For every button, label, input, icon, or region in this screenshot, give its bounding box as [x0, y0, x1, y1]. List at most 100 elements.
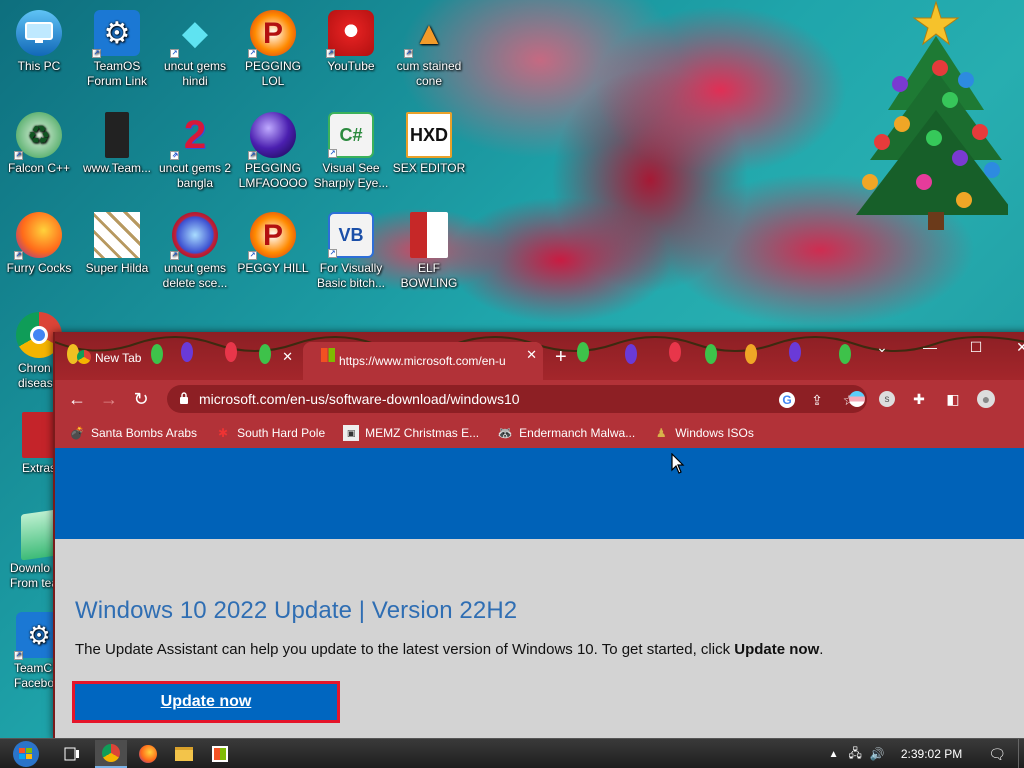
puzzle-extensions-icon[interactable]: ✚	[909, 389, 929, 409]
desktop-icon-super-hilda[interactable]: Super Hilda	[78, 212, 156, 276]
show-hidden-icons-icon[interactable]: ▲	[829, 749, 839, 760]
tab-title: New Tab	[95, 350, 142, 365]
tab-search-icon[interactable]: ⌄	[859, 332, 905, 362]
description-end: .	[819, 641, 824, 658]
bookmark-label: Windows ISOs	[675, 426, 754, 440]
browser-toolbar: ← → ↻ microsoft.com/en-us/software-downl…	[55, 380, 1024, 418]
start-button[interactable]	[4, 739, 48, 768]
close-tab-icon[interactable]: ✕	[282, 349, 293, 365]
windows-logo-icon	[13, 741, 39, 767]
desktop-icon-sex-editor[interactable]: HXD SEX EDITOR	[390, 112, 468, 176]
desktop-icon-falcon[interactable]: ♻ ↗ Falcon C++	[0, 112, 78, 176]
desktop-icon-label: cum stained cone	[396, 59, 462, 88]
desktop-icon-label: Falcon C++	[7, 161, 71, 175]
bookmark-item[interactable]: 💣 Santa Bombs Arabs	[69, 425, 198, 441]
desktop-icon-furry[interactable]: ↗ Furry Cocks	[0, 212, 78, 276]
christmas-tree-decoration	[856, 0, 1008, 230]
desktop-icon-label: Super Hilda	[85, 261, 149, 275]
figure-icon: ♟	[655, 426, 667, 440]
file-icon	[105, 112, 129, 158]
desktop-icon-label: YouTube	[327, 59, 375, 73]
update-now-button[interactable]: Update now	[72, 681, 340, 723]
desktop-icon-label: Visual See Sharply Eye...	[313, 161, 389, 190]
address-text: microsoft.com/en-us/software-download/wi…	[199, 391, 520, 407]
desktop-icon-label: SEX EDITOR	[392, 161, 466, 175]
google-lens-icon[interactable]: G	[779, 392, 795, 408]
desktop-icon-label: Furry Cocks	[6, 261, 72, 275]
bookmark-item[interactable]: ✱ South Hard Pole	[215, 425, 325, 441]
desktop-icon-teamos-forum[interactable]: ⚙ ↗ TeamOS Forum Link	[78, 10, 156, 89]
bookmark-label: Endermanch Malwa...	[519, 426, 636, 440]
tab-strip: New Tab ✕ https://www.microsoft.com/en-u…	[55, 332, 1024, 380]
falcon-icon: ♻ ↗	[14, 112, 62, 160]
gear-icon: ⚙ ↗	[92, 10, 140, 58]
desktop-icon-label: PEGGY HILL	[237, 261, 309, 275]
reload-icon[interactable]: ↻	[125, 384, 157, 414]
firefox-icon: ↗	[14, 212, 62, 260]
desktop-icon-uncut-gems-hindi[interactable]: ◆ ↗ uncut gems hindi	[156, 10, 234, 89]
extension-s-icon[interactable]: s	[879, 391, 895, 407]
desktop-icon-label: PEGGING LMFAOOOO	[238, 161, 308, 190]
tab-microsoft[interactable]: https://www.microsoft.com/en-u ✕	[303, 342, 543, 380]
desktop-icon-peggy-hill[interactable]: P ↗ PEGGY HILL	[234, 212, 312, 276]
network-icon[interactable]: 🖧	[849, 744, 862, 765]
forward-arrow-icon[interactable]: →	[93, 384, 125, 414]
system-tray: ▲ 🖧 🔊 2:39:02 PM 🗨	[829, 739, 1024, 768]
desktop-icon-uncut-gems-delete[interactable]: ↗ uncut gems delete sce...	[156, 212, 234, 291]
flag-extension-icon[interactable]	[849, 391, 865, 407]
desktop-icon-www-team[interactable]: www.Team...	[78, 112, 156, 176]
clock-time[interactable]: 2:39:02 PM	[901, 747, 962, 761]
desktop-icon-pegging-lmfao[interactable]: ↗ PEGGING LMFAOOOO	[234, 112, 312, 191]
desktop-icon-label: uncut gems 2 bangla	[158, 161, 232, 190]
desktop-icon-uncut-gems-2[interactable]: 2 ↗ uncut gems 2 bangla	[156, 112, 234, 191]
volume-icon[interactable]: 🔊	[870, 747, 885, 761]
share-icon[interactable]: ⇪	[807, 390, 827, 410]
lock-icon	[180, 392, 188, 404]
chrome-icon	[102, 744, 120, 762]
taskbar-firefox[interactable]	[132, 740, 164, 768]
profile-avatar-icon[interactable]: ●	[977, 390, 995, 408]
tab-new-tab[interactable]: New Tab ✕	[59, 344, 299, 371]
maximize-button[interactable]: ☐	[953, 332, 999, 362]
address-bar[interactable]: microsoft.com/en-us/software-download/wi…	[167, 385, 867, 413]
angry-bird-icon: ↗	[326, 10, 374, 58]
desktop-icon-elf-bowling[interactable]: ELF BOWLING	[390, 212, 468, 291]
gem-icon: ◆ ↗	[170, 13, 209, 58]
gem-icon: ↗	[170, 212, 218, 260]
desktop-icon-youtube[interactable]: ↗ YouTube	[312, 10, 390, 74]
tab-title: https://www.microsoft.com/en-u	[339, 354, 506, 368]
taskbar-file-explorer[interactable]	[168, 740, 200, 768]
peggle-icon: P ↗	[248, 10, 296, 58]
close-tab-icon[interactable]: ✕	[526, 347, 537, 363]
show-desktop-button[interactable]	[1018, 739, 1024, 768]
back-arrow-icon[interactable]: ←	[61, 384, 93, 414]
taskbar: ▲ 🖧 🔊 2:39:02 PM 🗨	[0, 738, 1024, 768]
description-text: The Update Assistant can help you update…	[75, 641, 735, 658]
bookmarks-bar: 💣 Santa Bombs Arabs ✱ South Hard Pole ▣ MEM…	[55, 418, 1024, 448]
bookmark-item[interactable]: ▣ MEMZ Christmas E...	[343, 425, 479, 441]
bookmark-item[interactable]: ♟ Windows ISOs	[653, 425, 754, 441]
taskbar-chrome[interactable]	[95, 740, 127, 768]
desktop-icon-label: For Visually Basic bitch...	[316, 261, 386, 290]
bookmark-item[interactable]: 🦝 Endermanch Malwa...	[497, 425, 636, 441]
hxd-icon: HXD	[406, 112, 452, 158]
desktop-icon-this-pc[interactable]: This PC	[0, 10, 78, 74]
notification-icon[interactable]: 🗨	[988, 746, 1006, 763]
pixel-art-icon	[94, 212, 140, 258]
number-two-icon: 2 ↗	[170, 112, 207, 160]
close-window-button[interactable]: ✕	[999, 332, 1024, 362]
firefox-icon	[139, 745, 157, 763]
desktop-icon-pegging-lol[interactable]: P ↗ PEGGING LOL	[234, 10, 312, 89]
book-icon	[22, 412, 56, 458]
taskbar-store[interactable]	[204, 740, 236, 768]
desktop-icon-visual-see-sharply[interactable]: C# ↗ Visual See Sharply Eye...	[312, 112, 390, 191]
store-icon	[212, 746, 228, 762]
orb-icon: ↗	[248, 112, 296, 160]
task-view-icon[interactable]	[56, 740, 88, 768]
minimize-button[interactable]: —	[907, 332, 953, 362]
bookmark-label: MEMZ Christmas E...	[365, 426, 480, 440]
desktop-icon-cum-stained-cone[interactable]: ▲ ↗ cum stained cone	[390, 10, 468, 89]
desktop-icon-visually-basic[interactable]: VB ↗ For Visually Basic bitch...	[312, 212, 390, 291]
new-tab-button[interactable]: +	[555, 346, 567, 369]
side-panel-icon[interactable]: ◧	[943, 389, 963, 409]
